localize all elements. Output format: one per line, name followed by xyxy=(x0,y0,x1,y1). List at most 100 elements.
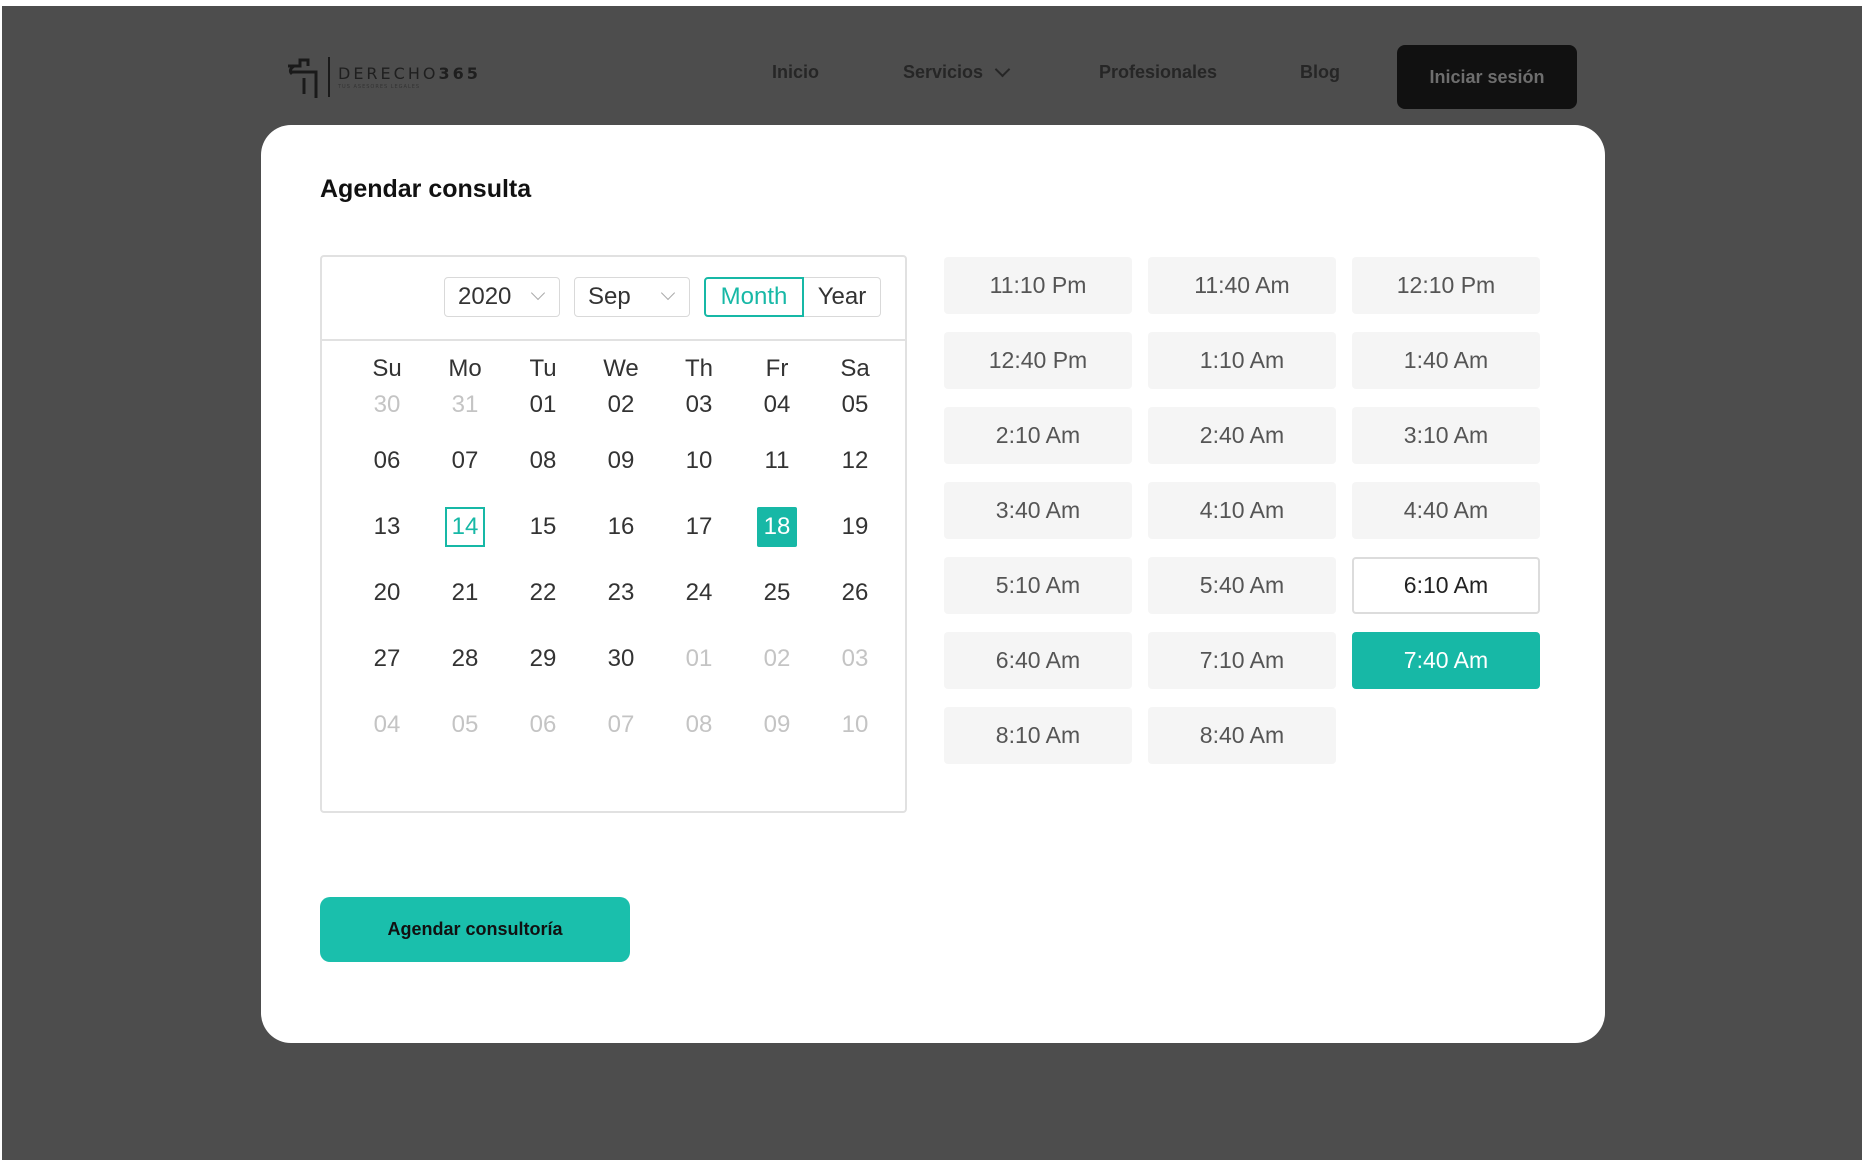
time-slot-button[interactable]: 12:40 Pm xyxy=(944,332,1132,389)
calendar-day[interactable]: 22 xyxy=(504,575,582,641)
calendar-day-number: 08 xyxy=(529,447,557,474)
calendar-day[interactable]: 27 xyxy=(348,641,426,707)
calendar-day[interactable]: 17 xyxy=(660,509,738,575)
nav-blog[interactable]: Blog xyxy=(1300,62,1340,83)
calendar-day-number: 21 xyxy=(451,579,479,606)
year-select[interactable]: 2020 xyxy=(444,277,560,317)
calendar-day[interactable]: 18 xyxy=(738,507,816,575)
calendar-day-number: 09 xyxy=(763,711,791,738)
calendar-day[interactable]: 31 xyxy=(426,387,504,443)
calendar-day-number: 12 xyxy=(841,447,869,474)
time-slot-button[interactable]: 7:10 Am xyxy=(1148,632,1336,689)
time-slot-button[interactable]: 1:40 Am xyxy=(1352,332,1540,389)
schedule-submit-button[interactable]: Agendar consultoría xyxy=(320,897,630,962)
calendar-day[interactable]: 03 xyxy=(816,641,894,707)
calendar-day[interactable]: 08 xyxy=(660,707,738,773)
time-slot-button[interactable]: 8:10 Am xyxy=(944,707,1132,764)
calendar-day[interactable]: 11 xyxy=(738,443,816,509)
calendar-day[interactable]: 06 xyxy=(348,443,426,509)
time-slot-button[interactable]: 3:40 Am xyxy=(944,482,1132,539)
calendar-day-number: 24 xyxy=(685,579,713,606)
site-logo[interactable]: DERECHO365 TUS ASESORES LEGALES xyxy=(286,52,481,102)
calendar-day[interactable]: 25 xyxy=(738,575,816,641)
calendar-week-row: 20 21 22 23 24 25 26 xyxy=(348,575,894,641)
calendar-day[interactable]: 01 xyxy=(504,387,582,443)
time-slot-button[interactable]: 12:10 Pm xyxy=(1352,257,1540,314)
nav-servicios[interactable]: Servicios xyxy=(903,61,1011,83)
time-slot-button[interactable]: 11:10 Pm xyxy=(944,257,1132,314)
nav-profesionales[interactable]: Profesionales xyxy=(1099,62,1217,83)
time-slot-button[interactable]: 11:40 Am xyxy=(1148,257,1336,314)
time-slot-button[interactable]: 8:40 Am xyxy=(1148,707,1336,764)
login-button[interactable]: Iniciar sesión xyxy=(1397,45,1577,109)
time-slot-grid: 11:10 Pm 11:40 Am 12:10 Pm 12:40 Pm 1:10 Am 1… xyxy=(944,257,1544,764)
calendar-day-number: 19 xyxy=(841,513,869,540)
calendar-day[interactable]: 07 xyxy=(426,443,504,509)
month-select[interactable]: Sep xyxy=(574,277,690,317)
weekday-label: Su xyxy=(372,355,402,382)
weekday-label: Fr xyxy=(765,355,789,382)
mode-year-button[interactable]: Year xyxy=(804,277,881,317)
time-slot-button[interactable]: 6:10 Am xyxy=(1352,557,1540,614)
calendar-day[interactable]: 30 xyxy=(348,387,426,443)
calendar-day[interactable]: 04 xyxy=(738,387,816,443)
logo-wordmark: DERECHO365 TUS ASESORES LEGALES xyxy=(338,64,481,90)
calendar-day[interactable]: 28 xyxy=(426,641,504,707)
calendar-day[interactable]: 24 xyxy=(660,575,738,641)
calendar-day[interactable]: 10 xyxy=(660,443,738,509)
calendar-day-number: 20 xyxy=(373,579,401,606)
nav-inicio[interactable]: Inicio xyxy=(772,62,819,83)
time-slot-button[interactable]: 3:10 Am xyxy=(1352,407,1540,464)
calendar-day[interactable]: 03 xyxy=(660,387,738,443)
calendar-day-number: 30 xyxy=(607,645,635,672)
calendar-day-number: 01 xyxy=(685,645,713,672)
calendar-day[interactable]: 06 xyxy=(504,707,582,773)
calendar-day-number: 15 xyxy=(529,513,557,540)
calendar-day-number: 04 xyxy=(763,391,791,418)
calendar-day[interactable]: 26 xyxy=(816,575,894,641)
calendar-day-number: 02 xyxy=(763,645,791,672)
calendar-day[interactable]: 20 xyxy=(348,575,426,641)
calendar-day[interactable]: 09 xyxy=(738,707,816,773)
schedule-modal: Agendar consulta 2020 Sep Month Year Su … xyxy=(261,125,1605,1043)
weekday-label: Th xyxy=(684,355,713,382)
time-slot-button[interactable]: 7:40 Am xyxy=(1352,632,1540,689)
time-slot-button[interactable]: 4:40 Am xyxy=(1352,482,1540,539)
calendar-day[interactable]: 29 xyxy=(504,641,582,707)
calendar-day[interactable]: 04 xyxy=(348,707,426,773)
time-slot-button[interactable]: 5:40 Am xyxy=(1148,557,1336,614)
calendar-day[interactable]: 05 xyxy=(816,387,894,443)
time-slot-button[interactable]: 6:40 Am xyxy=(944,632,1132,689)
chevron-down-icon xyxy=(994,61,1011,78)
calendar-day-number: 06 xyxy=(529,711,557,738)
calendar-day[interactable]: 08 xyxy=(504,443,582,509)
calendar-day[interactable]: 02 xyxy=(738,641,816,707)
calendar-day-number: 10 xyxy=(685,447,713,474)
calendar-day[interactable]: 19 xyxy=(816,509,894,575)
logo-name: DERECHO365 xyxy=(338,64,481,83)
calendar-day-number: 09 xyxy=(607,447,635,474)
calendar-day[interactable]: 09 xyxy=(582,443,660,509)
calendar-day[interactable]: 23 xyxy=(582,575,660,641)
time-slot-button[interactable]: 4:10 Am xyxy=(1148,482,1336,539)
time-slot-button[interactable]: 2:40 Am xyxy=(1148,407,1336,464)
mode-month-button[interactable]: Month xyxy=(704,277,804,317)
calendar-day[interactable]: 10 xyxy=(816,707,894,773)
calendar-day[interactable]: 02 xyxy=(582,387,660,443)
weekday-label: Mo xyxy=(448,355,482,382)
time-slot-button[interactable]: 5:10 Am xyxy=(944,557,1132,614)
time-slot-button[interactable]: 1:10 Am xyxy=(1148,332,1336,389)
calendar-day[interactable]: 16 xyxy=(582,509,660,575)
calendar-day[interactable]: 12 xyxy=(816,443,894,509)
calendar-day[interactable]: 14 xyxy=(426,507,504,575)
calendar-day[interactable]: 30 xyxy=(582,641,660,707)
calendar-day[interactable]: 21 xyxy=(426,575,504,641)
calendar-day[interactable]: 05 xyxy=(426,707,504,773)
calendar-day[interactable]: 07 xyxy=(582,707,660,773)
calendar-day[interactable]: 15 xyxy=(504,509,582,575)
time-slot-button[interactable]: 2:10 Am xyxy=(944,407,1132,464)
calendar-day[interactable]: 13 xyxy=(348,509,426,575)
day-grid: 30 31 01 02 03 04 05 06 07 08 09 10 11 12 13 14 15 16 17 18… xyxy=(348,387,894,773)
calendar-day-number: 01 xyxy=(529,391,557,418)
calendar-day[interactable]: 01 xyxy=(660,641,738,707)
